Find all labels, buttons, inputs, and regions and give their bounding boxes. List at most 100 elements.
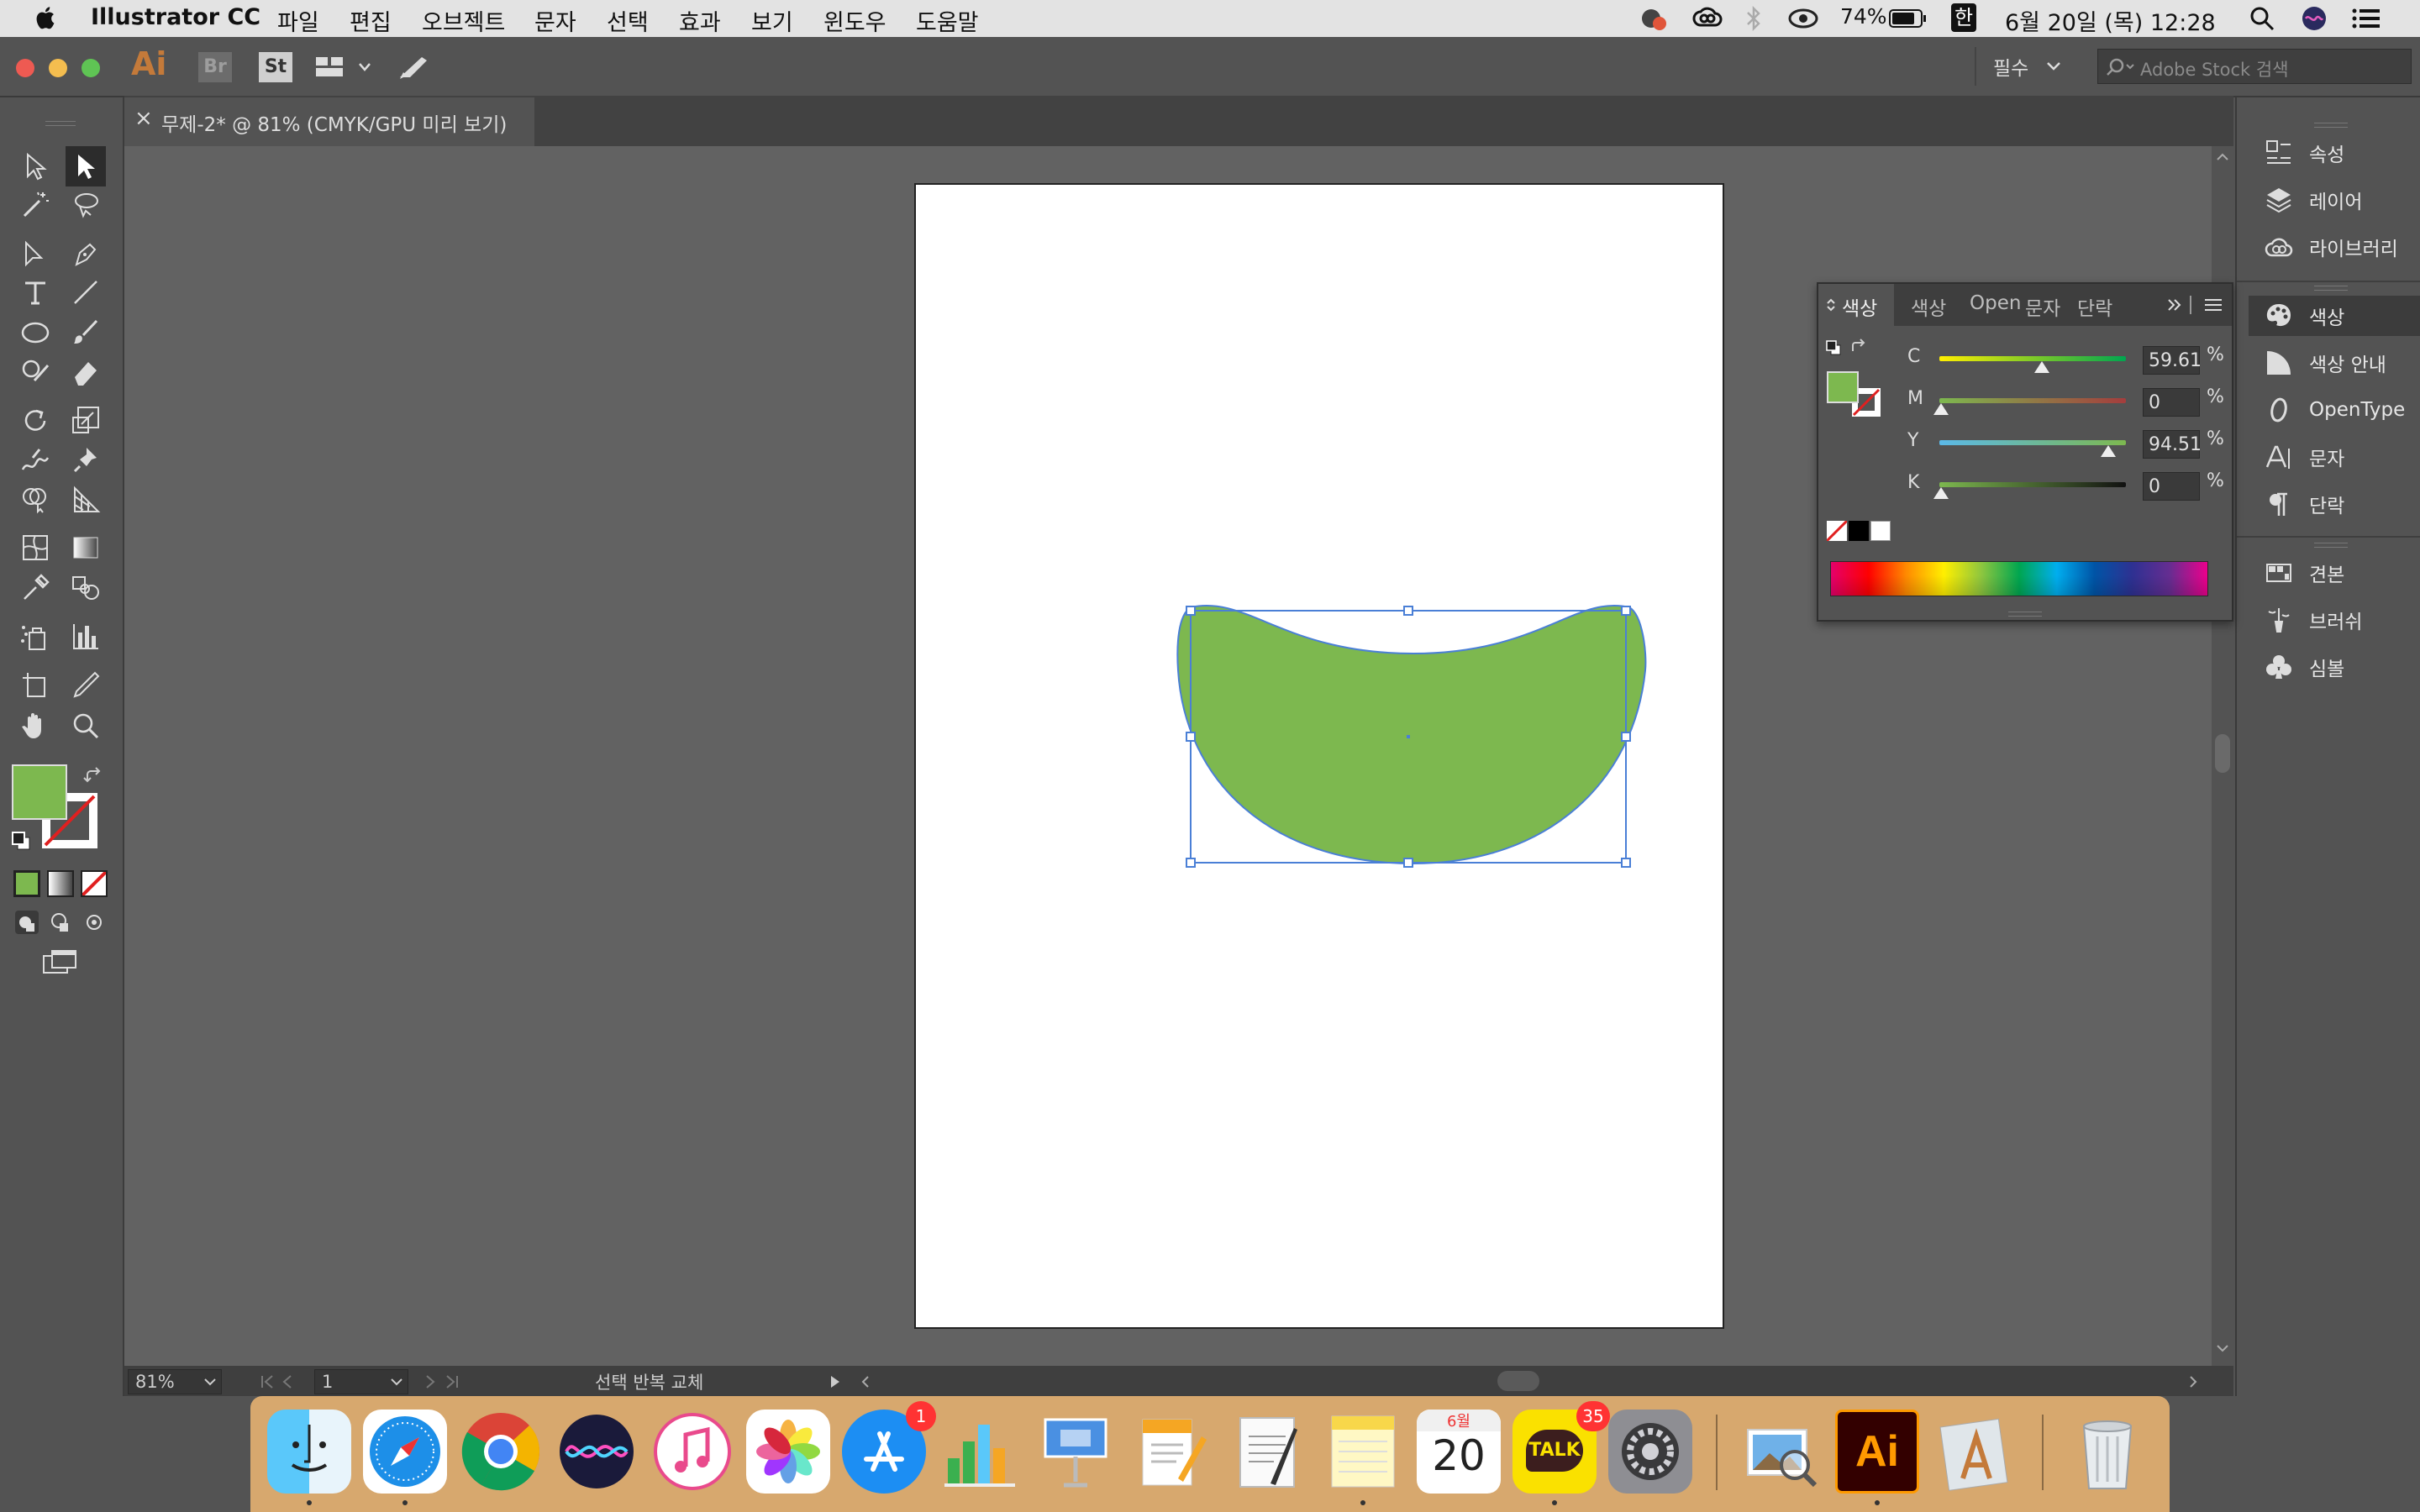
menu-select[interactable]: 선택 [607, 4, 649, 37]
warp-tool[interactable] [15, 440, 55, 480]
gradient-tool[interactable] [66, 528, 106, 568]
menu-clock[interactable]: 6월 20일 (목) 12:28 [2005, 4, 2216, 37]
lasso-tool[interactable] [66, 185, 106, 225]
zoom-tool[interactable] [66, 706, 106, 746]
zoom-level-field[interactable]: 81% [128, 1369, 222, 1394]
pen-tool[interactable] [66, 234, 106, 274]
line-segment-tool[interactable] [66, 272, 106, 312]
dock-color-guide[interactable]: 색상 안내 [2262, 343, 2386, 383]
paintbrush-tool[interactable] [66, 312, 106, 353]
gpu-performance-icon[interactable] [397, 52, 430, 82]
next-last-artboard-icons[interactable] [422, 1374, 472, 1389]
battery-icon[interactable] [1889, 8, 1928, 29]
slice-tool[interactable] [66, 665, 106, 706]
artboard-navigation-field[interactable]: 1 [314, 1369, 408, 1394]
tab-opentype[interactable]: Open [1970, 292, 2021, 314]
siri-icon[interactable] [2301, 5, 2328, 32]
default-colors-icon[interactable] [1825, 339, 1842, 356]
ellipse-tool[interactable] [15, 312, 55, 353]
app-menu-name[interactable]: Illustrator CC [91, 4, 260, 30]
gradient-mode-button[interactable] [47, 870, 74, 897]
symbol-sprayer-tool[interactable] [15, 617, 55, 657]
black-color-chip[interactable] [1849, 521, 1869, 541]
dock-calendar[interactable]: 6월 20 [1417, 1410, 1501, 1494]
menu-view[interactable]: 보기 [751, 4, 793, 37]
tab-color-guide[interactable]: 색상 [1911, 292, 1946, 321]
puppet-warp-tool[interactable] [66, 440, 106, 480]
dock-numbers[interactable] [938, 1410, 1022, 1494]
first-previous-artboard-icons[interactable] [259, 1374, 309, 1389]
mesh-tool[interactable] [15, 528, 55, 568]
black-slider-thumb[interactable] [1933, 487, 1949, 499]
arrange-documents-icon[interactable] [314, 54, 375, 81]
panel-menu-icon[interactable] [2203, 297, 2223, 312]
horizontal-scroll-thumb[interactable] [1497, 1371, 1539, 1391]
dock-swatches[interactable]: 견본 [2262, 553, 2344, 593]
selection-tool[interactable] [15, 146, 55, 186]
dock-finder[interactable] [267, 1410, 351, 1494]
chevron-down-icon[interactable] [2045, 60, 2062, 72]
vertical-scroll-thumb[interactable] [2215, 734, 2230, 773]
chevron-down-icon[interactable] [389, 1377, 404, 1389]
more-tabs-icon[interactable] [2166, 297, 2183, 312]
dock-trash[interactable] [2065, 1410, 2149, 1494]
dock-system-preferences[interactable] [1608, 1410, 1692, 1494]
direct-selection-tool[interactable] [66, 146, 106, 186]
draw-behind-icon[interactable] [47, 909, 74, 936]
white-color-chip[interactable] [1870, 521, 1891, 541]
eyedropper-tool[interactable] [15, 568, 55, 608]
dock-safari[interactable] [363, 1410, 447, 1494]
menu-window[interactable]: 윈도우 [823, 4, 886, 37]
notification-status-icon[interactable] [1639, 5, 1667, 32]
scroll-left-icon[interactable] [859, 1374, 872, 1389]
artboard-tool[interactable] [15, 665, 55, 706]
window-minimize-button[interactable] [49, 59, 67, 77]
scale-tool[interactable] [66, 400, 106, 440]
shaper-tool[interactable] [15, 351, 55, 391]
stock-button[interactable]: St [259, 52, 292, 82]
dock-layers[interactable]: 레이어 [2262, 180, 2362, 220]
perspective-grid-tool[interactable] [66, 479, 106, 519]
sync-icon[interactable] [1786, 5, 1820, 32]
workspace-switcher-label[interactable]: 필수 [1993, 52, 2028, 81]
dock-preview[interactable] [1739, 1410, 1823, 1494]
swap-fill-stroke-icon[interactable] [82, 766, 104, 788]
tab-character[interactable]: 문자 [2025, 292, 2060, 321]
fill-color-swatch[interactable] [12, 764, 67, 820]
dock-applications-folder[interactable] [1931, 1410, 2015, 1494]
scroll-right-icon[interactable] [2186, 1374, 2200, 1389]
dock-libraries[interactable]: 라이브러리 [2262, 227, 2398, 267]
bluetooth-icon[interactable] [1744, 5, 1763, 32]
status-menu-arrow-icon[interactable] [829, 1374, 842, 1389]
stock-search-input[interactable]: Adobe Stock 검색 [2097, 49, 2412, 84]
default-fill-stroke-icon[interactable] [10, 830, 32, 852]
eraser-tool[interactable] [66, 351, 106, 391]
window-zoom-button[interactable] [82, 59, 100, 77]
panel-fill-swatch[interactable] [1827, 371, 1859, 403]
spotlight-search-icon[interactable] [2249, 5, 2275, 32]
scroll-up-icon[interactable] [2215, 151, 2230, 163]
color-mode-button[interactable] [13, 870, 40, 897]
menu-object[interactable]: 오브젝트 [422, 4, 505, 37]
dock-notes[interactable] [1321, 1410, 1405, 1494]
chevron-down-icon[interactable] [203, 1377, 218, 1389]
magenta-slider-track[interactable] [1939, 398, 2126, 403]
menu-file[interactable]: 파일 [277, 4, 319, 37]
color-spectrum-bar[interactable] [1830, 561, 2208, 596]
none-color-chip[interactable] [1827, 521, 1847, 541]
selection-bounding-box[interactable] [1185, 606, 1639, 871]
shape-builder-tool[interactable] [15, 479, 55, 519]
dock-textedit[interactable] [1225, 1410, 1309, 1494]
menu-type[interactable]: 문자 [534, 4, 576, 37]
resize-grip[interactable] [2008, 612, 2042, 617]
dock-character[interactable]: 문자 [2262, 437, 2344, 477]
creative-cloud-icon[interactable] [1691, 5, 1724, 32]
dock-itunes[interactable] [650, 1410, 734, 1494]
apple-icon[interactable] [34, 5, 55, 30]
dock-color[interactable]: 색상 [2249, 296, 2420, 336]
column-graph-tool[interactable] [66, 617, 106, 657]
expand-options-icon[interactable] [1825, 297, 1837, 312]
dock-photos[interactable] [746, 1410, 830, 1494]
document-tab[interactable]: × 무제-2* @ 81% (CMYK/GPU 미리 보기) [124, 97, 534, 146]
cyan-value-input[interactable]: 59.61 [2143, 346, 2202, 375]
